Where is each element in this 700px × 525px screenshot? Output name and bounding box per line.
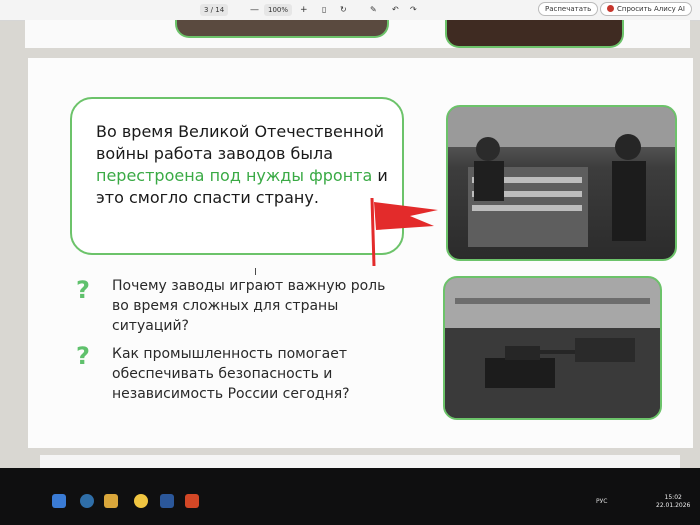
- tank-factory-photo: [443, 276, 662, 420]
- main-text-start: Во время Великой Отечественной войны раб…: [96, 122, 384, 163]
- next-slide: [40, 455, 680, 469]
- fit-page-icon[interactable]: ▯: [322, 4, 326, 16]
- print-label: Распечатать: [545, 5, 592, 13]
- yandex-browser-icon[interactable]: [134, 494, 148, 508]
- alice-label: Спросить Алису AI: [617, 5, 685, 13]
- previous-slide: [25, 20, 690, 48]
- question-mark-icon: ?: [76, 342, 90, 370]
- language-indicator[interactable]: РУС: [596, 498, 607, 505]
- main-text-box: Во время Великой Отечественной войны раб…: [70, 97, 404, 255]
- text-cursor-icon: I: [254, 267, 257, 278]
- clock-time: 15:02: [664, 494, 682, 501]
- redo-icon[interactable]: ↷: [410, 4, 417, 16]
- red-flag-drawing: [370, 197, 438, 267]
- main-text: Во время Великой Отечественной войны раб…: [96, 121, 396, 209]
- zoom-level[interactable]: 100%: [264, 4, 293, 16]
- main-text-highlight: перестроена под нужды фронта: [96, 166, 373, 185]
- question-1: Почему заводы играют важную роль во врем…: [112, 278, 386, 334]
- alice-icon: [607, 5, 614, 12]
- factory-workers-image: [448, 107, 675, 247]
- start-icon[interactable]: [52, 494, 66, 508]
- word-icon[interactable]: [160, 494, 174, 508]
- ask-alice-button[interactable]: Спросить Алису AI: [600, 2, 692, 16]
- previous-slide-photo: [445, 20, 624, 48]
- page-indicator[interactable]: 3 / 14: [200, 4, 229, 16]
- draw-icon[interactable]: ✎: [370, 4, 377, 16]
- question-2: Как промышленность помогает обеспечивать…: [112, 346, 350, 402]
- rotate-icon[interactable]: ↻: [340, 4, 347, 16]
- powerpoint-icon[interactable]: [185, 494, 199, 508]
- print-button[interactable]: Распечатать: [538, 2, 599, 16]
- browser-icon[interactable]: [80, 494, 94, 508]
- zoom-in-button[interactable]: +: [300, 4, 308, 16]
- pdf-toolbar: 3 / 14 — 100% + ▯ ↻ ✎ ↶ ↷ Распечатать Сп…: [0, 0, 700, 21]
- tank-factory-image: [445, 278, 660, 418]
- clock-date: 22.01.2026: [656, 502, 691, 509]
- clock[interactable]: 15:02 22.01.2026: [656, 494, 690, 510]
- previous-slide-photo: [175, 20, 389, 38]
- question-mark-icon: ?: [76, 276, 90, 304]
- factory-workers-photo: [446, 105, 677, 261]
- zoom-out-button[interactable]: —: [250, 4, 259, 16]
- file-explorer-icon[interactable]: [104, 494, 118, 508]
- slide: Во время Великой Отечественной войны раб…: [28, 58, 693, 448]
- undo-icon[interactable]: ↶: [392, 4, 399, 16]
- taskbar: РУС 15:02 22.01.2026: [0, 468, 700, 525]
